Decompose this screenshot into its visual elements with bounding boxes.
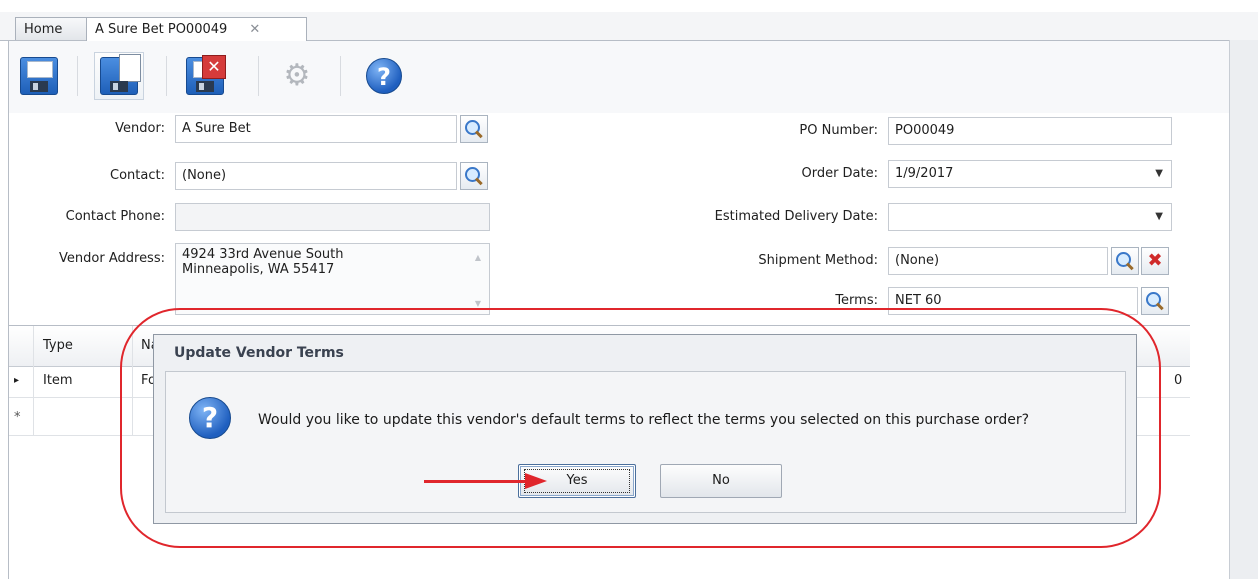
clear-icon: ✖ [1147,250,1163,271]
tab-po-label: A Sure Bet PO00049 [95,22,228,37]
search-icon [465,120,483,139]
annotation-arrow-head [525,473,547,489]
save-icon [20,57,58,95]
shipment-clear-button[interactable]: ✖ [1141,247,1169,275]
process-button[interactable]: ⚙ [272,52,322,100]
vendor-address-field[interactable]: 4924 33rd Avenue South Minneapolis, WA 5… [175,243,490,315]
window-frame-right [1229,40,1230,579]
save-and-new-button[interactable] [94,52,144,100]
estimated-delivery-label: Estimated Delivery Date: [714,209,878,224]
toolbar-separator [340,56,341,96]
contact-phone-label: Contact Phone: [65,209,165,224]
annotation-ellipse [120,308,1161,548]
chevron-down-icon[interactable]: ▼ [1155,204,1163,230]
grid-cell-type[interactable]: Item [43,366,73,396]
shipment-method-field[interactable]: (None) [888,247,1108,275]
order-date-field[interactable]: 1/9/2017 ▼ [888,160,1172,188]
search-icon [1116,252,1134,271]
contact-label: Contact: [110,168,165,183]
vendor-address-label: Vendor Address: [59,251,165,266]
column-header-type[interactable]: Type [43,331,73,361]
search-icon [465,167,483,186]
save-and-close-button[interactable]: ✕ [180,52,230,100]
save-close-icon: ✕ [186,55,226,95]
tab-po[interactable]: A Sure Bet PO00049 ✕ [86,17,307,41]
scroll-up-icon[interactable]: ▲ [475,250,481,265]
save-new-icon [100,54,141,95]
shipment-search-button[interactable] [1111,247,1139,275]
annotation-arrow [424,480,530,483]
toolbar-separator [166,56,167,96]
toolbar-separator [77,56,78,96]
order-date-label: Order Date: [801,166,878,181]
contact-phone-field[interactable] [175,203,490,231]
grid-divider [33,326,34,436]
tab-home[interactable]: Home [15,17,87,40]
shipment-method-label: Shipment Method: [758,253,878,268]
help-button[interactable]: ? [359,52,409,100]
help-icon: ? [366,58,402,94]
search-icon [1146,292,1164,311]
terms-search-button[interactable] [1141,287,1169,315]
right-gutter [1230,40,1258,579]
save-button[interactable] [14,52,64,100]
close-icon[interactable]: ✕ [249,22,260,37]
chevron-down-icon[interactable]: ▼ [1155,161,1163,187]
po-number-label: PO Number: [799,123,878,138]
toolbar-separator [258,56,259,96]
vendor-label: Vendor: [115,121,165,136]
estimated-delivery-field[interactable]: ▼ [888,203,1172,231]
vendor-field[interactable]: A Sure Bet [175,115,457,143]
gear-icon: ⚙ [283,58,311,93]
grid-cell-trailing[interactable]: 0 [1174,366,1182,396]
vendor-search-button[interactable] [460,115,488,143]
contact-field[interactable]: (None) [175,162,457,190]
contact-search-button[interactable] [460,162,488,190]
order-date-value: 1/9/2017 [895,166,954,181]
tab-home-label: Home [24,22,63,37]
address-line-2: Minneapolis, WA 55417 [182,262,335,277]
row-selector-icon[interactable]: ▸ [14,366,19,396]
new-row-icon[interactable]: * [14,403,21,433]
po-number-field[interactable]: PO00049 [888,117,1172,145]
address-line-1: 4924 33rd Avenue South [182,247,344,262]
